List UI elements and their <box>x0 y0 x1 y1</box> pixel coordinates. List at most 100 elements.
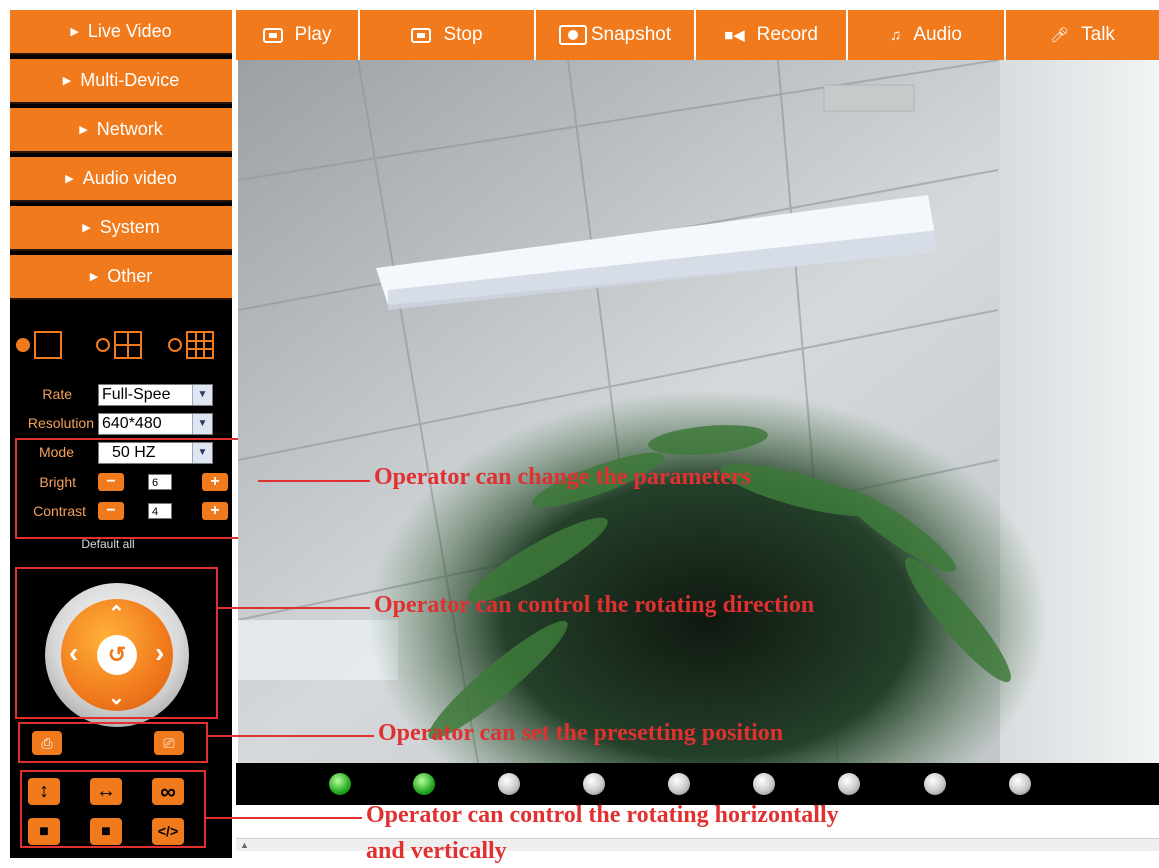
menu-other[interactable]: ▶ Other <box>10 255 232 300</box>
device-dot-2[interactable] <box>413 773 435 795</box>
triangle-right-icon: ▶ <box>89 271 99 283</box>
talk-icon: 🎤︎ <box>1050 27 1070 44</box>
resolution-value: 640*480 <box>102 415 162 432</box>
play-button[interactable]: Play <box>236 10 358 60</box>
audio-label: Audio <box>913 24 962 45</box>
audio-button[interactable]: ♫ Audio <box>846 10 1004 60</box>
default-all-link[interactable]: Default all <box>10 537 206 551</box>
rotate-annotation-line2: and vertically <box>366 838 507 864</box>
vertical-rotate-button[interactable]: ↕ <box>28 778 60 805</box>
preset-annotation: Operator can set the presetting position <box>378 720 784 746</box>
layout-radio-single[interactable] <box>16 338 30 352</box>
menu-network[interactable]: ▶ Network <box>10 108 232 153</box>
preset-callout-line <box>208 735 374 737</box>
rate-select[interactable]: Full-Spee ▼ <box>98 384 213 406</box>
device-dot-9[interactable] <box>1009 773 1031 795</box>
device-dot-7[interactable] <box>838 773 860 795</box>
mode-label: Mode <box>38 444 74 460</box>
device-dot-3[interactable] <box>498 773 520 795</box>
layout-selector <box>10 328 232 368</box>
horizontal-rotate-button[interactable]: ↔ <box>90 778 122 805</box>
device-dot-6[interactable] <box>753 773 775 795</box>
talk-button[interactable]: 🎤︎ Talk <box>1004 10 1159 60</box>
device-dot-5[interactable] <box>668 773 690 795</box>
triangle-right-icon: ▶ <box>79 124 88 136</box>
menu-label: Other <box>107 266 153 286</box>
device-dot-4[interactable] <box>583 773 605 795</box>
menu-system[interactable]: ▶ System <box>10 206 232 251</box>
contrast-decrease-button[interactable]: − <box>98 502 124 520</box>
stop-vertical-button[interactable]: ■ <box>28 818 60 845</box>
chevron-down-icon[interactable]: ▼ <box>192 443 212 463</box>
sidebar: ▶ Live Video ▶ Multi-Device ▶ Network ▶ … <box>10 10 232 858</box>
contrast-increase-button[interactable]: + <box>202 502 228 520</box>
mode-select[interactable]: 50 HZ ▼ <box>98 442 213 464</box>
device-dot-1[interactable] <box>329 773 351 795</box>
resolution-select[interactable]: 640*480 ▼ <box>98 413 213 435</box>
params-callout-line <box>258 480 370 482</box>
ptz-down-arrow-icon[interactable]: ⌄ <box>108 685 125 710</box>
menu-label: Live Video <box>87 21 172 41</box>
nine-view-icon[interactable] <box>186 331 214 359</box>
rotate-annotation-line1: Operator can control the rotating horizo… <box>366 802 839 828</box>
bright-value[interactable]: 6 <box>148 474 172 490</box>
layout-radio-quad[interactable] <box>96 338 110 352</box>
menu-label: Audio video <box>82 168 177 188</box>
ptz-right-arrow-icon[interactable]: › <box>155 637 164 669</box>
audio-icon: ♫ <box>890 26 902 44</box>
snapshot-icon <box>558 25 587 45</box>
ptz-left-arrow-icon[interactable]: ‹ <box>69 637 78 669</box>
snapshot-button[interactable]: Snapshot <box>534 10 694 60</box>
record-icon: ■◀ <box>724 27 745 44</box>
ptz-center-rotate-icon[interactable]: ↺ <box>97 635 137 675</box>
triangle-right-icon: ▶ <box>70 26 79 38</box>
device-dot-8[interactable] <box>924 773 946 795</box>
menu-audio-video[interactable]: ▶ Audio video <box>10 157 232 202</box>
record-label: Record <box>756 24 818 45</box>
direction-callout-line <box>218 607 370 609</box>
live-video-feed[interactable] <box>238 60 1159 763</box>
loop-rotate-button[interactable]: ∞ <box>152 778 184 805</box>
preset-set-button[interactable]: ⎙ <box>32 731 62 755</box>
stop-horizontal-button[interactable]: ■ <box>90 818 122 845</box>
rate-value: Full-Spee <box>102 386 171 403</box>
menu-label: System <box>99 217 160 237</box>
contrast-value[interactable]: 4 <box>148 503 172 519</box>
mode-value: 50 HZ <box>112 444 156 461</box>
menu-label: Multi-Device <box>80 70 180 90</box>
bright-label: Bright <box>39 474 76 490</box>
rotate-callout-line <box>206 817 362 819</box>
quad-view-icon[interactable] <box>114 331 142 359</box>
menu-multi-device[interactable]: ▶ Multi-Device <box>10 59 232 104</box>
preset-call-button[interactable]: ⎚ <box>154 731 184 755</box>
snapshot-label: Snapshot <box>590 24 672 45</box>
triangle-right-icon: ▶ <box>82 222 91 234</box>
layout-radio-nine[interactable] <box>168 338 182 352</box>
triangle-right-icon: ▶ <box>65 173 74 185</box>
scroll-left-arrow-icon[interactable]: ▲ <box>240 840 249 850</box>
talk-label: Talk <box>1081 24 1115 45</box>
stop-label: Stop <box>443 24 483 45</box>
record-button[interactable]: ■◀ Record <box>694 10 846 60</box>
bright-decrease-button[interactable]: − <box>98 473 124 491</box>
chevron-down-icon[interactable]: ▼ <box>192 385 212 405</box>
triangle-right-icon: ▶ <box>62 75 72 87</box>
camera-image <box>238 60 1159 763</box>
stop-button[interactable]: Stop <box>358 10 534 60</box>
device-status-bar <box>236 763 1159 805</box>
code-button[interactable]: </> <box>152 818 184 845</box>
chevron-down-icon[interactable]: ▼ <box>192 414 212 434</box>
stop-icon <box>411 27 432 43</box>
resolution-label: Resolution <box>27 415 94 431</box>
menu-live-video[interactable]: ▶ Live Video <box>10 10 232 55</box>
play-label: Play <box>294 24 332 45</box>
bright-increase-button[interactable]: + <box>202 473 228 491</box>
ptz-up-arrow-icon[interactable]: ⌃ <box>108 601 125 626</box>
ptz-pad: ⌃ ⌄ ‹ › ↺ <box>61 599 173 711</box>
direction-annotation: Operator can control the rotating direct… <box>374 592 815 618</box>
play-icon <box>262 27 283 43</box>
toolbar: Play Stop Snapshot ■◀ Record ♫ Audio 🎤︎ … <box>236 10 1159 60</box>
single-view-icon[interactable] <box>34 331 62 359</box>
params-annotation: Operator can change the parameters <box>374 464 751 490</box>
menu-label: Network <box>96 119 163 139</box>
